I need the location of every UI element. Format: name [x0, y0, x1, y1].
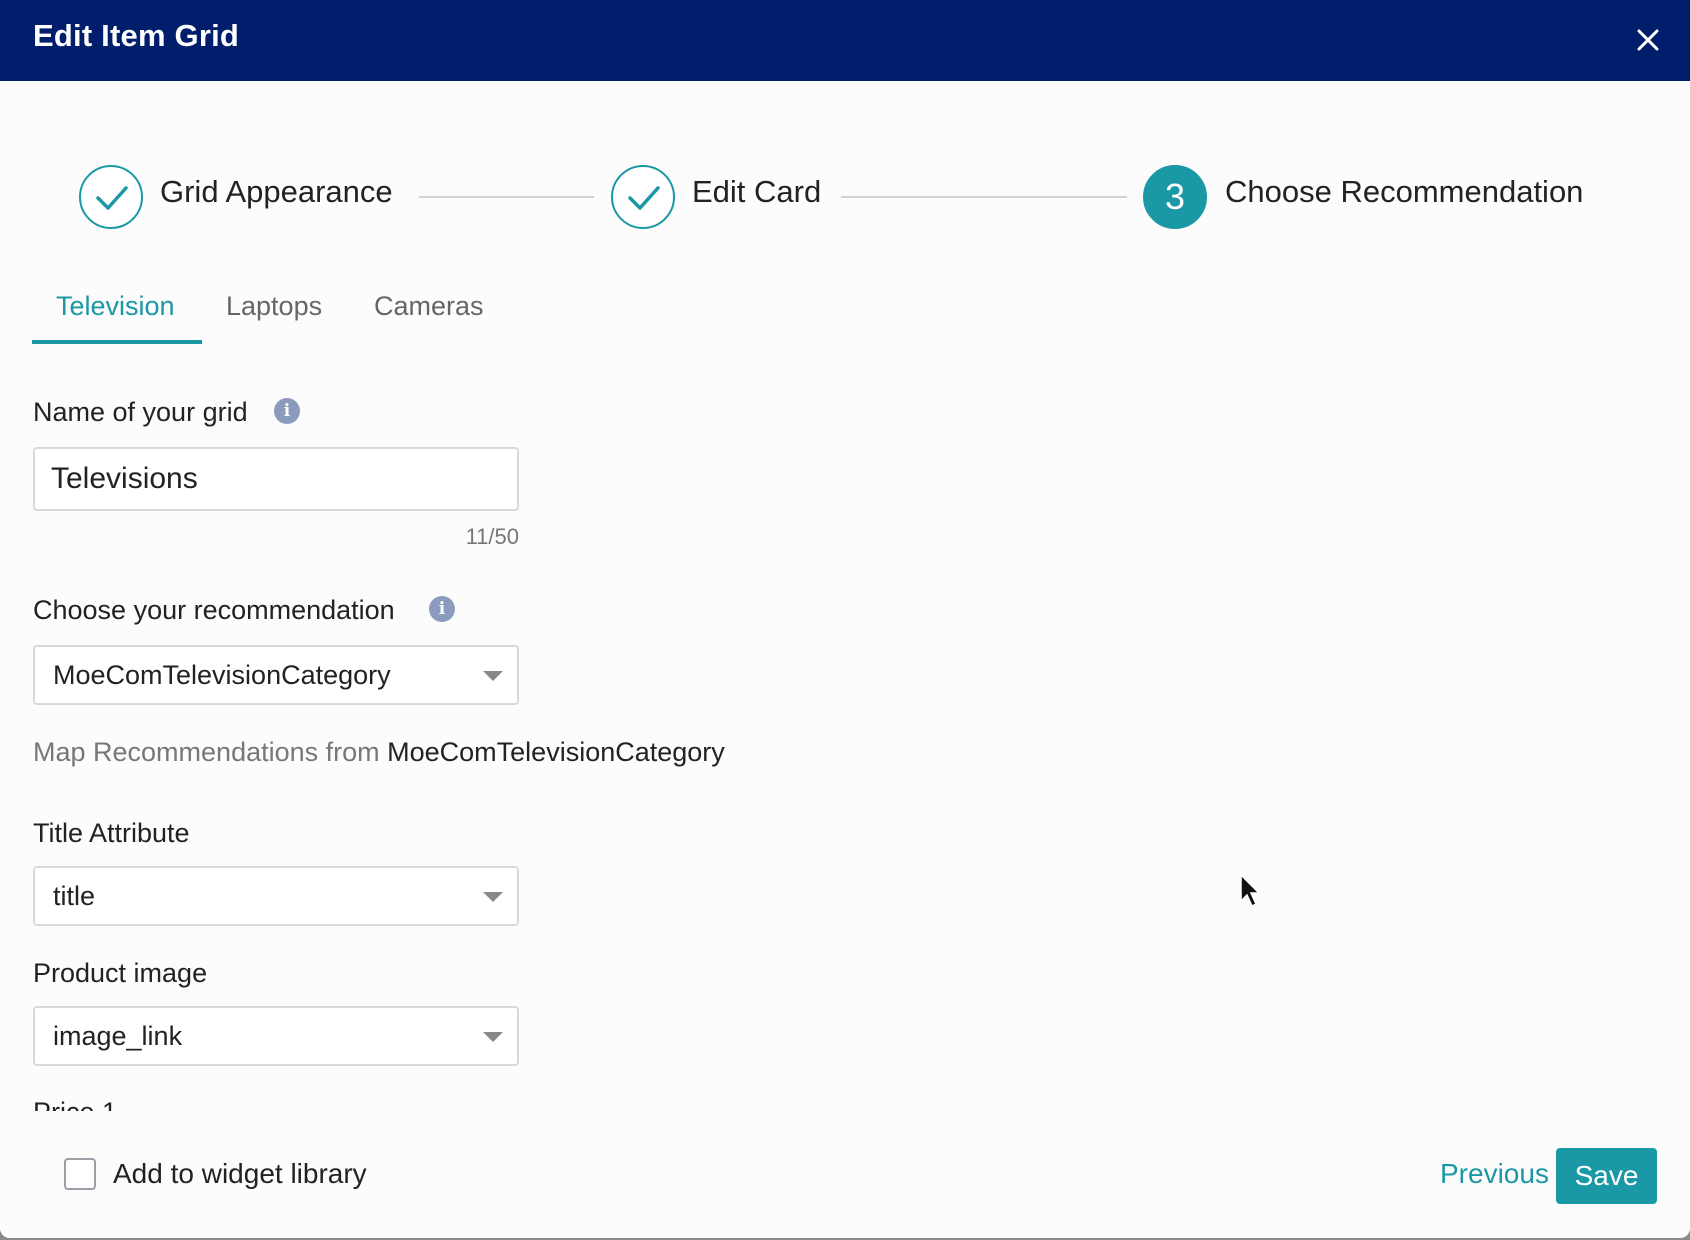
- modal-title: Edit Item Grid: [33, 18, 240, 53]
- title-attribute-label: Title Attribute: [33, 818, 190, 848]
- step-connector: [841, 196, 1127, 198]
- title-attribute-select[interactable]: title: [33, 866, 519, 926]
- add-to-widget-library-label[interactable]: Add to widget library: [113, 1158, 367, 1190]
- save-button[interactable]: Save: [1556, 1148, 1657, 1204]
- info-icon[interactable]: i: [274, 398, 300, 424]
- chevron-down-icon: [483, 1032, 503, 1042]
- close-button[interactable]: [1626, 18, 1670, 62]
- select-value: MoeComTelevisionCategory: [53, 660, 391, 690]
- close-icon: [1637, 29, 1659, 51]
- info-icon[interactable]: i: [429, 596, 455, 622]
- edit-item-grid-modal: Edit Item Grid Grid Appearance Edit Card…: [0, 0, 1690, 1238]
- modal-header: Edit Item Grid: [0, 0, 1690, 81]
- step-2-label: Edit Card: [692, 174, 822, 209]
- map-recommendations-text: Map Recommendations from MoeComTelevisio…: [33, 737, 725, 768]
- character-counter: 11/50: [465, 524, 519, 549]
- grid-name-label: Name of your grid: [33, 397, 248, 427]
- price-label-text: Price 1: [33, 1097, 117, 1111]
- price-label: Price 1: [33, 1097, 117, 1111]
- tab-laptops[interactable]: Laptops: [226, 291, 322, 322]
- chevron-down-icon: [483, 671, 503, 681]
- tab-television[interactable]: Television: [56, 291, 175, 322]
- step-connector: [419, 196, 594, 198]
- product-image-select[interactable]: image_link: [33, 1006, 519, 1066]
- select-value: title: [53, 881, 96, 911]
- step-3-number-circle: 3: [1143, 165, 1207, 229]
- step-2-check-circle: [611, 165, 675, 229]
- step-1-label: Grid Appearance: [160, 174, 393, 209]
- check-icon: [96, 186, 128, 210]
- tab-cameras[interactable]: Cameras: [374, 291, 484, 322]
- stepper: Grid Appearance Edit Card 3 Choose Recom…: [0, 160, 1690, 240]
- select-value: image_link: [53, 1021, 183, 1051]
- map-text-prefix: Map Recommendations from: [33, 737, 388, 767]
- step-1-check-circle: [79, 165, 143, 229]
- check-icon: [628, 186, 660, 210]
- recommendation-select[interactable]: MoeComTelevisionCategory: [33, 645, 519, 705]
- previous-button[interactable]: Previous: [1432, 1146, 1557, 1202]
- active-tab-indicator: [32, 340, 202, 344]
- grid-name-input[interactable]: [33, 447, 519, 511]
- step-3-label: Choose Recommendation: [1225, 174, 1584, 209]
- chevron-down-icon: [483, 892, 503, 902]
- add-to-widget-library-checkbox[interactable]: [64, 1158, 96, 1190]
- map-text-source: MoeComTelevisionCategory: [387, 737, 725, 767]
- recommendation-label: Choose your recommendation: [33, 595, 395, 625]
- mouse-pointer-icon: [1240, 873, 1261, 908]
- product-image-label: Product image: [33, 958, 208, 988]
